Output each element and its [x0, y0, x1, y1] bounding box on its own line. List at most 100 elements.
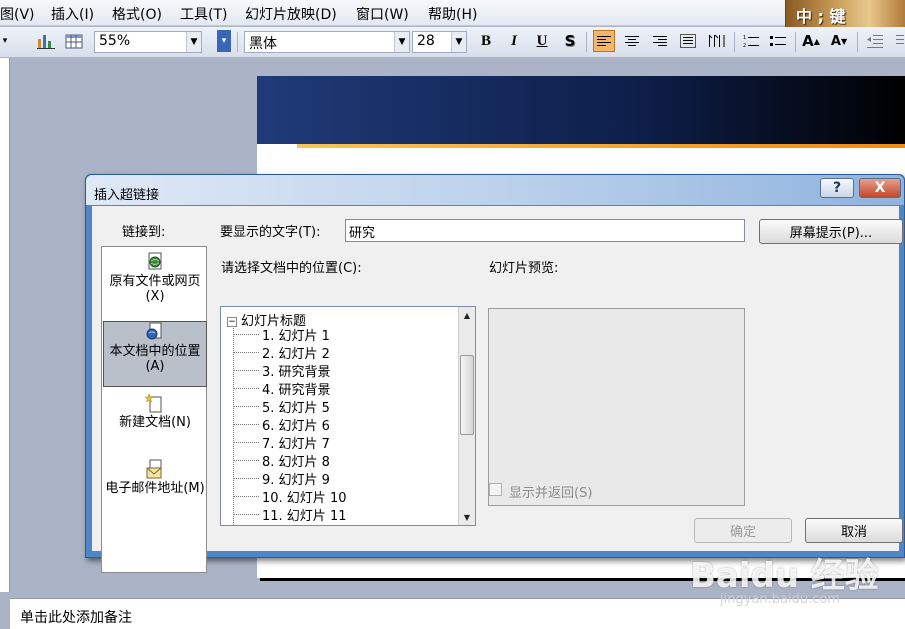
tree-branch	[233, 352, 259, 353]
font-dropdown-icon[interactable]: ▼	[394, 32, 409, 52]
menu-view[interactable]: 图(V)	[0, 4, 35, 24]
menu-insert[interactable]: 插入(I)	[51, 4, 94, 24]
underline-button[interactable]: U	[531, 30, 553, 52]
web-page-icon	[148, 252, 162, 270]
dialog-title-bar[interactable]: 插入超链接 ? X	[86, 175, 904, 205]
toolbar-separator	[734, 32, 735, 52]
tree-item[interactable]: 4. 研究背景	[262, 379, 331, 398]
banner-text: 中 ; 键	[796, 7, 846, 26]
formatting-toolbar: ▾ 55% ▼ ▾ 黑体 ▼ 28 ▼ B I U S 12 A ▲ A ▼	[0, 27, 905, 58]
decrease-indent-icon[interactable]	[864, 30, 886, 52]
numbering-icon[interactable]: 12	[740, 30, 762, 52]
bold-button[interactable]: B	[475, 30, 497, 52]
grow-font-label: A	[802, 32, 814, 50]
tree-item[interactable]: 6. 幻灯片 6	[262, 415, 330, 434]
ad-banner: 中 ; 键	[785, 0, 905, 27]
insert-hyperlink-dialog: 插入超链接 ? X 链接到: 原有文件或网页(X) 本文档中的位置(A) 新建文…	[85, 174, 905, 573]
shrink-font-label: A	[830, 33, 841, 49]
increase-indent-icon[interactable]	[889, 30, 905, 52]
grow-font-button[interactable]: A ▲	[800, 30, 822, 52]
document-place-tree[interactable]: − 幻灯片标题 1. 幻灯片 1 2. 幻灯片 2 3. 研究背景 4. 研究背景…	[220, 306, 476, 526]
ok-button[interactable]: 确定	[694, 518, 792, 543]
link-to-bar: 原有文件或网页(X) 本文档中的位置(A) 新建文档(N) 电子邮件地址(M)	[101, 246, 207, 573]
zoom-combo[interactable]: 55% ▼	[94, 31, 202, 53]
link-new-document[interactable]: 新建文档(N)	[103, 393, 207, 459]
close-button[interactable]: X	[859, 178, 901, 198]
cancel-button[interactable]: 取消	[805, 518, 903, 543]
font-size-dropdown-icon[interactable]: ▼	[451, 32, 466, 52]
menu-tools[interactable]: 工具(T)	[180, 4, 227, 24]
tree-branch	[233, 514, 259, 515]
distributed-icon[interactable]	[705, 30, 727, 52]
slide-header-band	[257, 76, 905, 144]
help-button[interactable]: ?	[820, 178, 854, 198]
menu-window[interactable]: 窗口(W)	[356, 4, 409, 24]
zoom-dropdown-icon[interactable]: ▼	[186, 32, 201, 52]
show-and-return-checkbox[interactable]	[489, 483, 502, 496]
tree-item[interactable]: 11. 幻灯片 11	[262, 505, 346, 524]
notes-placeholder: 单击此处添加备注	[20, 610, 132, 626]
scroll-thumb[interactable]	[460, 355, 474, 435]
scroll-up-icon[interactable]: ▲	[459, 307, 475, 323]
slide-preview-box	[488, 308, 745, 506]
svg-text:2: 2	[743, 43, 746, 48]
link-email-label: 电子邮件地址(M)	[105, 481, 205, 496]
dialog-title: 插入超链接	[94, 188, 160, 203]
toolbar-separator	[586, 32, 587, 52]
toolbar-separator	[237, 32, 238, 52]
tree-item[interactable]: 1. 幻灯片 1	[262, 325, 330, 344]
font-size-combo[interactable]: 28 ▼	[412, 31, 467, 53]
display-text-label: 要显示的文字(T):	[220, 225, 321, 240]
table-icon[interactable]	[63, 30, 85, 52]
select-place-label: 请选择文档中的位置(C):	[221, 261, 362, 276]
justify-icon[interactable]	[677, 30, 699, 52]
italic-button[interactable]: I	[503, 30, 525, 52]
tree-item[interactable]: 2. 幻灯片 2	[262, 343, 330, 362]
tree-item[interactable]: 3. 研究背景	[262, 361, 331, 380]
link-place-in-document[interactable]: 本文档中的位置(A)	[103, 321, 207, 387]
email-icon	[146, 459, 162, 479]
link-to-label: 链接到:	[122, 225, 166, 240]
tree-branch	[233, 406, 259, 407]
baidu-logo-watermark: Baidu 经验	[690, 556, 879, 596]
tree-item[interactable]: 5. 幻灯片 5	[262, 397, 330, 416]
toolbar-chevron-icon[interactable]: ▾	[217, 30, 231, 52]
slide-accent-line	[297, 144, 905, 148]
link-existing-file-or-web-page[interactable]: 原有文件或网页(X)	[103, 252, 207, 318]
menu-help[interactable]: 帮助(H)	[428, 4, 477, 24]
bullets-icon[interactable]	[767, 30, 789, 52]
link-email-address[interactable]: 电子邮件地址(M)	[103, 459, 207, 525]
collapse-icon[interactable]: −	[227, 317, 237, 327]
link-place-in-document-label: 本文档中的位置(A)	[109, 344, 201, 374]
tree-item[interactable]: 7. 幻灯片 7	[262, 433, 330, 452]
slide-preview-label: 幻灯片预览:	[489, 261, 559, 276]
tree-branch	[233, 460, 259, 461]
chart-icon[interactable]	[35, 30, 57, 52]
dialog-body: 链接到: 原有文件或网页(X) 本文档中的位置(A) 新建文档(N) 电子邮件地…	[92, 206, 903, 573]
slides-pane[interactable]	[0, 58, 10, 592]
display-text-input[interactable]: 研究	[345, 219, 745, 242]
align-right-icon[interactable]	[649, 30, 671, 52]
shadow-button[interactable]: S	[559, 30, 581, 52]
scroll-down-icon[interactable]: ▼	[459, 509, 475, 525]
tree-item[interactable]: 9. 幻灯片 9	[262, 469, 330, 488]
menu-slideshow[interactable]: 幻灯片放映(D)	[245, 4, 337, 24]
shrink-font-button[interactable]: A ▼	[828, 30, 850, 52]
document-place-icon	[146, 322, 162, 340]
watermark-url: jingyan.baidu.com	[720, 592, 840, 607]
align-center-icon[interactable]	[621, 30, 643, 52]
screen-tip-button[interactable]: 屏幕提示(P)...	[759, 219, 903, 244]
tree-branch	[233, 442, 259, 443]
toolbar-overflow-icon[interactable]: ▾	[0, 30, 10, 52]
tree-item[interactable]: 8. 幻灯片 8	[262, 451, 330, 470]
link-existing-file-label: 原有文件或网页(X)	[109, 274, 201, 304]
tree-branch	[233, 478, 259, 479]
font-size-value: 28	[417, 33, 435, 49]
align-left-icon[interactable]	[593, 30, 615, 52]
font-value: 黑体	[249, 36, 277, 52]
menu-format[interactable]: 格式(O)	[112, 4, 162, 24]
tree-item[interactable]: 10. 幻灯片 10	[262, 487, 346, 506]
tree-branch	[233, 496, 259, 497]
tree-scrollbar[interactable]: ▲ ▼	[458, 307, 475, 525]
font-combo[interactable]: 黑体 ▼	[244, 31, 410, 53]
